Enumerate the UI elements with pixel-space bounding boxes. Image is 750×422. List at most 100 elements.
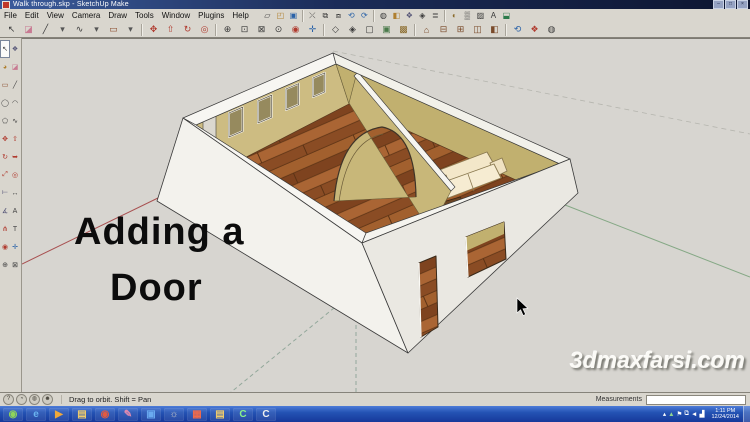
- scale-icon[interactable]: ⤢: [0, 166, 10, 184]
- zoom-in-icon[interactable]: ⊕: [219, 22, 236, 37]
- shaded-icon[interactable]: ▣: [378, 22, 395, 37]
- menu-camera[interactable]: Camera: [68, 11, 104, 20]
- menu-plugins[interactable]: Plugins: [194, 11, 228, 20]
- iso-view-icon[interactable]: ⌂: [418, 22, 435, 37]
- text-icon[interactable]: A: [10, 202, 20, 220]
- match-photo-icon[interactable]: ▨: [474, 10, 487, 21]
- display-icon[interactable]: ⧉: [684, 410, 689, 418]
- copy-icon[interactable]: ⧉: [319, 10, 332, 21]
- snipping-tool-icon[interactable]: ✎: [118, 407, 138, 421]
- line-icon[interactable]: ╱: [37, 22, 54, 37]
- rotate-icon[interactable]: ↻: [0, 148, 10, 166]
- circle-icon[interactable]: ◯: [0, 94, 10, 112]
- internet-explorer-icon[interactable]: e: [26, 407, 46, 421]
- zoom-extents-icon[interactable]: ⊠: [10, 256, 20, 274]
- xray-icon[interactable]: ◇: [327, 22, 344, 37]
- dimension-icon[interactable]: ↔: [10, 184, 20, 202]
- dropbox-icon[interactable]: ▣: [141, 407, 161, 421]
- materials-icon[interactable]: ◧: [390, 10, 403, 21]
- offset-icon[interactable]: ◎: [10, 166, 20, 184]
- dropdown-icon[interactable]: ▾: [122, 22, 139, 37]
- flag-icon[interactable]: ⚑: [677, 410, 683, 418]
- camtasia-icon[interactable]: C: [233, 407, 253, 421]
- make-component-icon[interactable]: ❖: [10, 40, 20, 58]
- offset-icon[interactable]: ◎: [196, 22, 213, 37]
- show-desktop-button[interactable]: [743, 406, 750, 422]
- camtasia-editor-icon[interactable]: C: [256, 407, 276, 421]
- right-view-icon[interactable]: ◫: [469, 22, 486, 37]
- styles-icon[interactable]: ◈: [416, 10, 429, 21]
- push-pull-icon[interactable]: ⇧: [162, 22, 179, 37]
- redo-icon[interactable]: ⟳: [358, 10, 371, 21]
- zoom-icon[interactable]: ⊕: [0, 256, 10, 274]
- menu-view[interactable]: View: [43, 11, 68, 20]
- chrome-icon[interactable]: ◉: [95, 407, 115, 421]
- eraser-icon[interactable]: ◪: [10, 58, 20, 76]
- menu-draw[interactable]: Draw: [104, 11, 131, 20]
- start-button[interactable]: ◉: [3, 407, 23, 421]
- select-icon[interactable]: ↖: [3, 22, 20, 37]
- back-view-icon[interactable]: ◧: [486, 22, 503, 37]
- freehand-icon[interactable]: ∿: [10, 112, 20, 130]
- save-icon[interactable]: ▣: [287, 10, 300, 21]
- vpn-icon[interactable]: ▲: [668, 411, 674, 418]
- line-icon[interactable]: ╱: [10, 76, 20, 94]
- layers-icon[interactable]: ≣: [429, 10, 442, 21]
- paste-icon[interactable]: ⧈: [332, 10, 345, 21]
- axes-icon[interactable]: ⋔: [0, 220, 10, 238]
- eraser-icon[interactable]: ◪: [20, 22, 37, 37]
- zoom-window-icon[interactable]: ⊡: [236, 22, 253, 37]
- section-plane-icon[interactable]: ⬓: [500, 10, 513, 21]
- close-button[interactable]: ×: [737, 0, 748, 9]
- folder-icon[interactable]: ▤: [72, 407, 92, 421]
- wireframe-icon[interactable]: ◈: [344, 22, 361, 37]
- pan-icon[interactable]: ✛: [304, 22, 321, 37]
- measurements-input[interactable]: [646, 394, 746, 405]
- model-info-icon[interactable]: ◍: [377, 10, 390, 21]
- network-icon[interactable]: ▟: [699, 410, 704, 418]
- undo-view-icon[interactable]: ⟲: [509, 22, 526, 37]
- rotate-icon[interactable]: ↻: [179, 22, 196, 37]
- dropdown-icon[interactable]: ▾: [54, 22, 71, 37]
- polygon-icon[interactable]: ⬠: [0, 112, 10, 130]
- zoom-extents-icon[interactable]: ⊠: [253, 22, 270, 37]
- undo-icon[interactable]: ⟲: [345, 10, 358, 21]
- hidden-line-icon[interactable]: ▢: [361, 22, 378, 37]
- move-icon[interactable]: ✥: [145, 22, 162, 37]
- select-icon[interactable]: ↖: [0, 40, 10, 58]
- protractor-icon[interactable]: ∡: [0, 202, 10, 220]
- arc-icon[interactable]: ◠: [10, 94, 20, 112]
- geolocation-icon[interactable]: ◍: [29, 394, 40, 405]
- credits-icon[interactable]: ◔: [16, 394, 27, 405]
- make-component-icon[interactable]: ❖: [526, 22, 543, 37]
- media-player-icon[interactable]: ▶: [49, 407, 69, 421]
- fog-icon[interactable]: ▒: [461, 10, 474, 21]
- text-tool-icon[interactable]: A: [487, 10, 500, 21]
- help-icon[interactable]: ?: [3, 394, 14, 405]
- freehand-icon[interactable]: ∿: [71, 22, 88, 37]
- push-pull-icon[interactable]: ⇧: [10, 130, 20, 148]
- cut-icon[interactable]: ⤫: [306, 10, 319, 21]
- rectangle-icon[interactable]: ▭: [105, 22, 122, 37]
- shadows-icon[interactable]: ◐: [448, 10, 461, 21]
- new-icon[interactable]: ▱: [261, 10, 274, 21]
- model-info-icon[interactable]: ◍: [543, 22, 560, 37]
- taskbar-clock[interactable]: 1:11 PM 12/24/2014: [711, 408, 739, 420]
- paint-bucket-icon[interactable]: ◕: [0, 58, 10, 76]
- orbit-icon[interactable]: ◉: [0, 238, 10, 256]
- menu-window[interactable]: Window: [158, 11, 194, 20]
- pan-icon[interactable]: ✛: [10, 238, 20, 256]
- zoom-previous-icon[interactable]: ⊙: [270, 22, 287, 37]
- dropdown-icon[interactable]: ▾: [88, 22, 105, 37]
- tape-measure-icon[interactable]: ⟝: [0, 184, 10, 202]
- volume-icon[interactable]: ◄: [691, 411, 697, 418]
- orbit-icon[interactable]: ◉: [287, 22, 304, 37]
- move-icon[interactable]: ✥: [0, 130, 10, 148]
- menu-help[interactable]: Help: [228, 11, 252, 20]
- top-view-icon[interactable]: ⊟: [435, 22, 452, 37]
- 3d-text-icon[interactable]: T: [10, 220, 20, 238]
- documents-folder-icon[interactable]: ▤: [210, 407, 230, 421]
- rectangle-icon[interactable]: ▭: [0, 76, 10, 94]
- components-icon[interactable]: ❖: [403, 10, 416, 21]
- textured-icon[interactable]: ▩: [395, 22, 412, 37]
